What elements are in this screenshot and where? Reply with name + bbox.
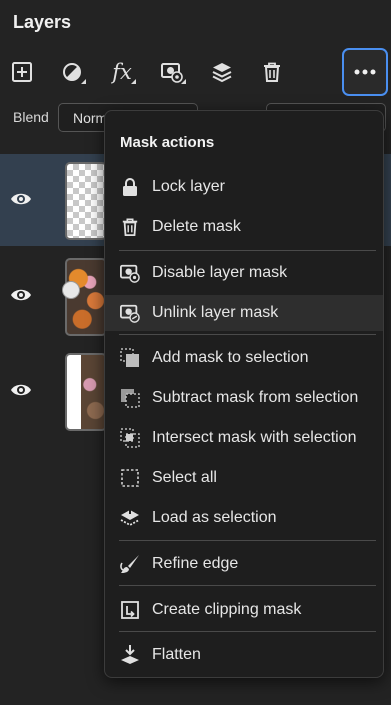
- adjustment-icon: [63, 63, 81, 81]
- menu-divider: [119, 250, 376, 251]
- menu-item-load-as-selection[interactable]: Load as selection: [105, 500, 383, 536]
- subtract-selection-icon: [121, 389, 140, 408]
- unlink-icon: [119, 304, 140, 323]
- load-selection-icon: [120, 508, 140, 527]
- adjustment-button[interactable]: [52, 52, 92, 92]
- panel-title: Layers: [13, 12, 72, 32]
- trash-icon: [264, 62, 280, 82]
- more-options-button[interactable]: [342, 48, 388, 96]
- menu-item-label: Load as selection: [152, 509, 277, 526]
- menu-item-add-mask-to-selection[interactable]: Add mask to selection: [105, 340, 383, 376]
- layer-style-button[interactable]: [202, 52, 242, 92]
- menu-item-refine-edge[interactable]: Refine edge: [105, 546, 383, 582]
- menu-item-label: Disable layer mask: [152, 264, 288, 281]
- menu-item-label: Create clipping mask: [152, 601, 302, 618]
- menu-item-label: Intersect mask with selection: [152, 429, 357, 446]
- trash-icon: [122, 218, 138, 236]
- menu-item-unlink-layer-mask[interactable]: Unlink layer mask: [105, 295, 383, 331]
- menu-item-delete-mask[interactable]: Delete mask: [105, 209, 383, 245]
- menu-divider: [119, 631, 376, 632]
- menu-item-select-all[interactable]: Select all: [105, 460, 383, 496]
- menu-item-label: Lock layer: [152, 178, 225, 195]
- blend-label: Blend: [13, 109, 49, 125]
- menu-divider: [119, 334, 376, 335]
- menu-item-label: Delete mask: [152, 218, 241, 235]
- add-mask-button[interactable]: [152, 52, 192, 92]
- menu-item-label: Refine edge: [152, 555, 239, 572]
- visibility-eye-icon[interactable]: [10, 188, 32, 210]
- menu-item-flatten[interactable]: Flatten: [105, 637, 383, 673]
- menu-item-label: Subtract mask from selection: [152, 389, 359, 406]
- add-layer-icon: [12, 62, 32, 82]
- menu-title: Mask actions: [120, 134, 215, 151]
- menu-divider: [119, 585, 376, 586]
- menu-item-label: Unlink layer mask: [152, 304, 279, 321]
- more-options-icon: [354, 69, 376, 75]
- clipping-mask-icon: [121, 601, 139, 619]
- brush-icon: [120, 555, 139, 573]
- visibility-eye-icon[interactable]: [10, 379, 32, 401]
- select-all-icon: [121, 469, 139, 487]
- menu-item-subtract-mask-from-selection[interactable]: Subtract mask from selection: [105, 380, 383, 416]
- flatten-icon: [121, 645, 139, 664]
- mask-disable-icon: [119, 264, 140, 283]
- delete-layer-button[interactable]: [252, 52, 292, 92]
- add-selection-icon: [120, 348, 139, 367]
- add-layer-button[interactable]: [2, 52, 42, 92]
- menu-divider: [119, 540, 376, 541]
- layers-toolbar: fx: [0, 52, 391, 96]
- lock-icon: [123, 178, 137, 196]
- visibility-eye-icon[interactable]: [10, 284, 32, 306]
- intersect-selection-icon: [120, 428, 140, 448]
- layers-stack-icon: [212, 63, 232, 83]
- menu-item-lock-layer[interactable]: Lock layer: [105, 169, 383, 205]
- menu-item-intersect-mask-with-selection[interactable]: Intersect mask with selection: [105, 420, 383, 456]
- layer-thumbnail[interactable]: [65, 353, 107, 431]
- menu-item-disable-layer-mask[interactable]: Disable layer mask: [105, 255, 383, 291]
- fx-icon: fx: [112, 60, 132, 84]
- menu-item-label: Add mask to selection: [152, 349, 309, 366]
- mask-actions-menu: Mask actions Lock layer Delete mask Disa…: [104, 110, 384, 678]
- menu-item-label: Flatten: [152, 646, 201, 663]
- mask-link-icon[interactable]: [62, 281, 80, 299]
- menu-item-label: Select all: [152, 469, 217, 486]
- fx-button[interactable]: fx: [102, 52, 142, 92]
- menu-item-create-clipping-mask[interactable]: Create clipping mask: [105, 592, 383, 628]
- layer-thumbnail[interactable]: [65, 162, 107, 240]
